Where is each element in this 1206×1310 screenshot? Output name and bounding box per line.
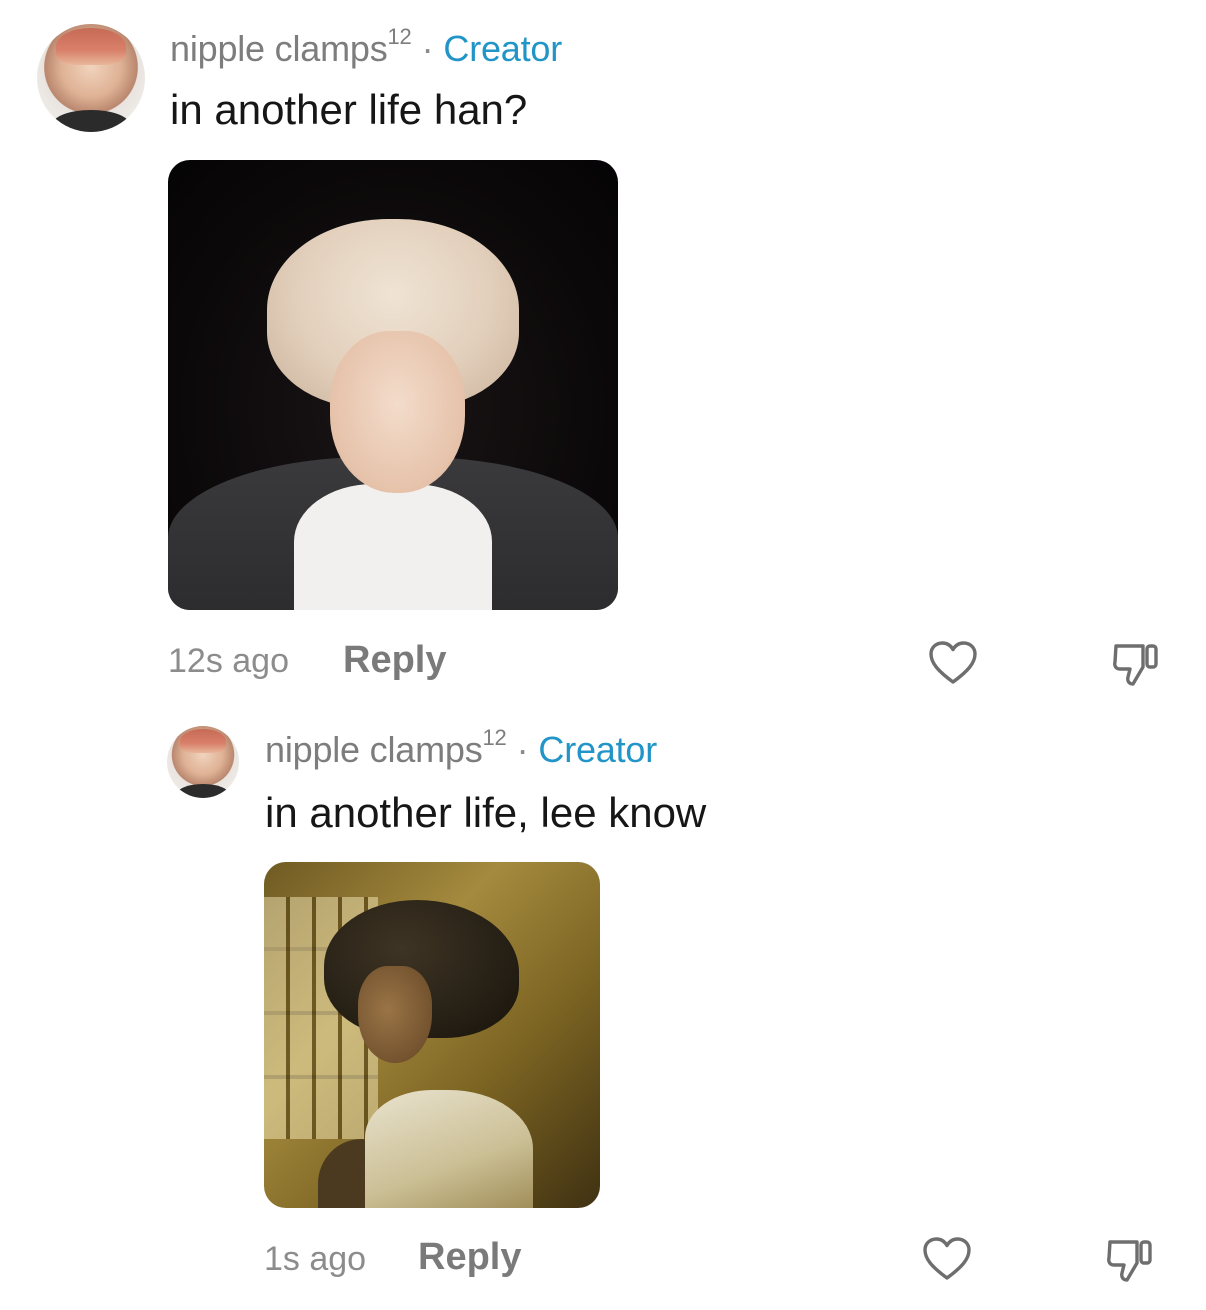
comment-text: in another life, lee know [265, 789, 707, 836]
thumbs-down-icon[interactable] [1104, 1236, 1156, 1284]
comment-author[interactable]: nipple clamps12 · Creator [170, 24, 563, 70]
separator-dot: · [516, 729, 529, 770]
comment-image[interactable] [168, 160, 618, 610]
reply-button[interactable]: Reply [343, 639, 446, 682]
username-superscript: 12 [482, 725, 507, 750]
creator-badge: Creator [443, 28, 563, 69]
username-superscript: 12 [387, 24, 412, 49]
creator-badge: Creator [538, 729, 658, 770]
reply-button[interactable]: Reply [418, 1236, 521, 1279]
comment-timestamp: 12s ago [168, 642, 289, 680]
heart-icon[interactable] [922, 1236, 972, 1282]
comment-text: in another life han? [170, 86, 528, 133]
username[interactable]: nipple clamps [170, 28, 388, 69]
avatar[interactable] [167, 726, 239, 798]
comment-thread: nipple clamps12 · Creator in another life … [0, 0, 1206, 1310]
separator-dot: · [421, 28, 434, 69]
comment-image[interactable] [264, 862, 600, 1208]
username[interactable]: nipple clamps [265, 729, 483, 770]
comment-author[interactable]: nipple clamps12 · Creator [265, 725, 658, 771]
heart-icon[interactable] [928, 640, 978, 686]
avatar[interactable] [37, 24, 145, 132]
thumbs-down-icon[interactable] [1110, 640, 1162, 688]
comment-timestamp: 1s ago [264, 1240, 367, 1278]
